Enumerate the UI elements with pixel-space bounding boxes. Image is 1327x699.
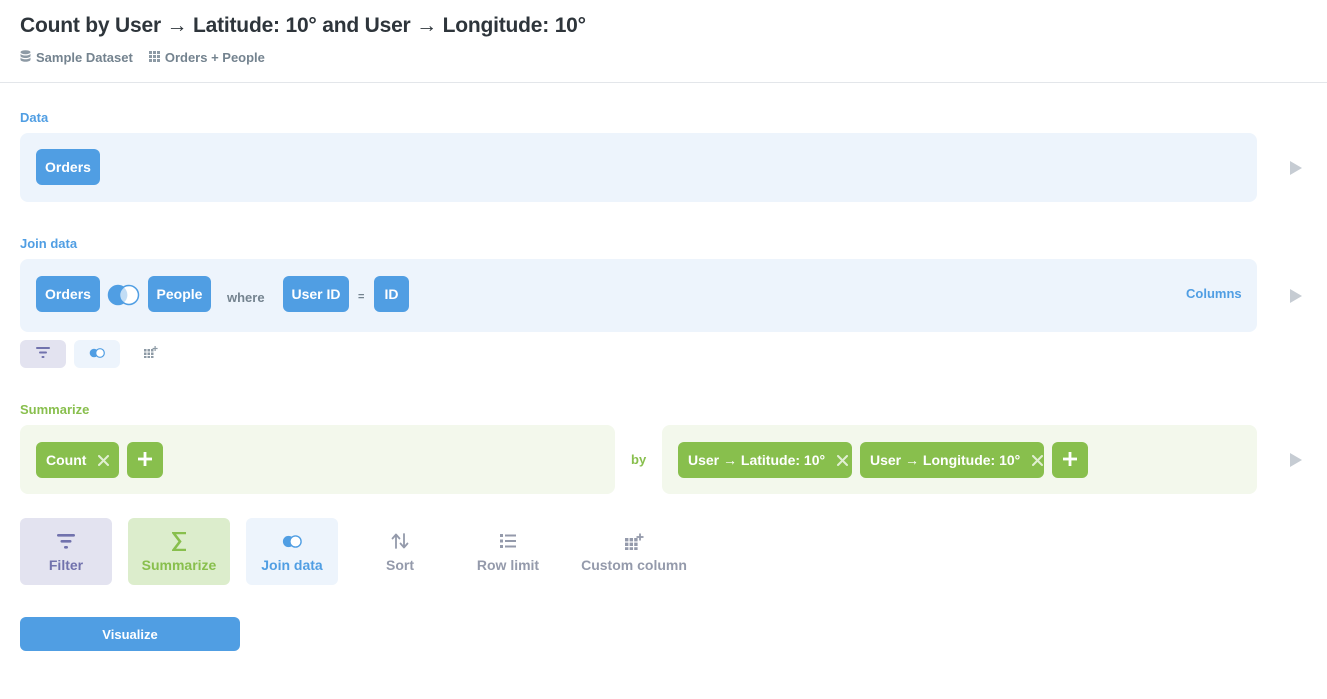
breakout-longitude-label: User → Longitude: 10° — [870, 452, 1021, 468]
metric-count-pill[interactable]: Count — [36, 442, 119, 478]
breadcrumb-database-label: Sample Dataset — [36, 50, 133, 65]
custom-column-action-button[interactable]: Custom column — [575, 518, 693, 585]
breakout-latitude-pill[interactable]: User → Latitude: 10° — [678, 442, 852, 478]
filter-icon — [57, 530, 75, 552]
preview-summarize-play-icon[interactable] — [1290, 453, 1302, 467]
custom-column-icon — [144, 345, 158, 363]
filter-action-label: Filter — [48, 557, 84, 573]
breadcrumb: Sample Dataset Orders + People — [20, 50, 281, 65]
filter-action-button[interactable]: Filter — [20, 518, 112, 585]
join-icon — [282, 530, 302, 552]
add-metric-button[interactable] — [127, 442, 163, 478]
breadcrumb-table-label: Orders + People — [164, 50, 265, 65]
join-where-text: where — [227, 290, 265, 305]
join-right-column-pill[interactable]: ID — [374, 276, 409, 312]
plus-icon — [1063, 451, 1077, 469]
visualize-button[interactable]: Visualize — [20, 617, 240, 651]
row-limit-action-button[interactable]: Row limit — [462, 518, 554, 585]
remove-breakout-icon[interactable] — [1032, 454, 1044, 466]
summarize-action-button[interactable]: Summarize — [128, 518, 230, 585]
join-right-table-pill[interactable]: People — [148, 276, 211, 312]
row-limit-action-label: Row limit — [476, 557, 540, 573]
filter-icon — [36, 345, 50, 363]
data-step-label: Data — [20, 110, 49, 125]
sigma-icon — [171, 530, 187, 552]
breakout-longitude-pill[interactable]: User → Longitude: 10° — [860, 442, 1044, 478]
remove-breakout-icon[interactable] — [837, 454, 849, 466]
join-operator: = — [358, 291, 365, 303]
remove-metric-icon[interactable] — [98, 454, 110, 466]
summarize-by-text: by — [631, 452, 647, 467]
join-join-button[interactable] — [74, 340, 120, 368]
database-icon — [20, 50, 36, 65]
breadcrumb-table[interactable]: Orders + People — [148, 50, 265, 65]
join-columns-link[interactable]: Columns — [1186, 286, 1242, 301]
join-left-column-pill[interactable]: User ID — [283, 276, 349, 312]
summarize-action-label: Summarize — [141, 557, 217, 573]
join-icon — [89, 345, 105, 363]
data-step-box — [20, 133, 1257, 202]
custom-column-icon — [624, 530, 644, 552]
join-filter-button[interactable] — [20, 340, 66, 368]
join-custom-column-button[interactable] — [136, 340, 166, 368]
list-icon — [500, 530, 516, 552]
sort-icon — [391, 530, 409, 552]
sort-action-label: Sort — [386, 557, 414, 573]
join-left-table-pill: Orders — [36, 276, 100, 312]
summarize-step-label: Summarize — [20, 402, 90, 417]
left-join-icon[interactable] — [107, 284, 141, 311]
join-action-label: Join data — [261, 557, 323, 573]
join-action-button[interactable]: Join data — [246, 518, 338, 585]
breadcrumb-database[interactable]: Sample Dataset — [20, 50, 133, 65]
plus-icon — [138, 451, 152, 469]
sort-action-button[interactable]: Sort — [354, 518, 446, 585]
preview-join-play-icon[interactable] — [1290, 289, 1302, 303]
source-table-pill[interactable]: Orders — [36, 149, 100, 185]
query-header: Count by User → Latitude: 10° and User →… — [0, 0, 1327, 83]
page-title: Count by User → Latitude: 10° and User →… — [20, 14, 586, 37]
custom-column-action-label: Custom column — [581, 557, 687, 573]
breakout-latitude-label: User → Latitude: 10° — [688, 452, 826, 468]
add-breakout-button[interactable] — [1052, 442, 1088, 478]
join-step-label: Join data — [20, 236, 78, 251]
metric-count-label: Count — [46, 452, 87, 468]
table-grid-icon — [148, 50, 165, 65]
preview-data-play-icon[interactable] — [1290, 161, 1302, 175]
